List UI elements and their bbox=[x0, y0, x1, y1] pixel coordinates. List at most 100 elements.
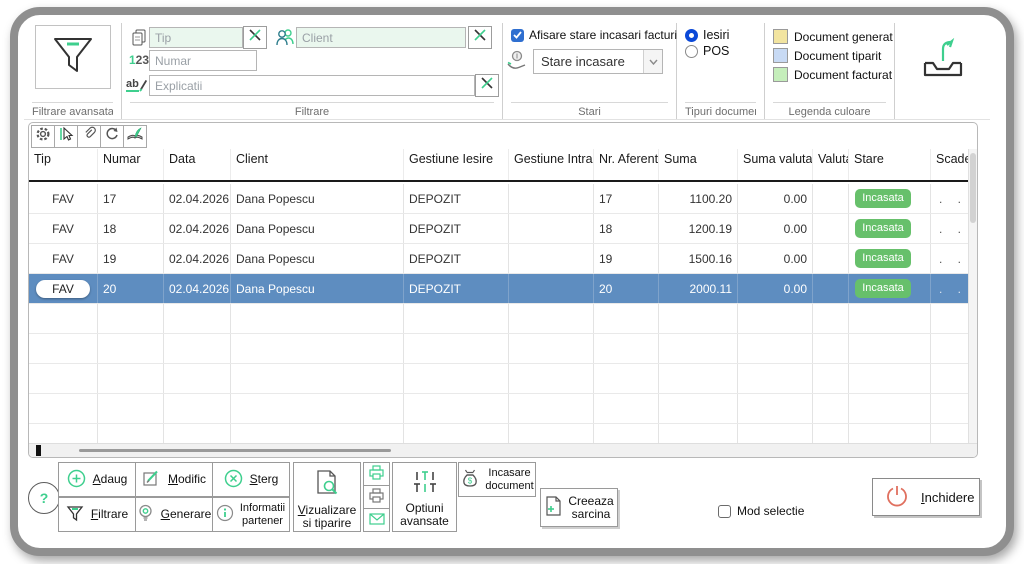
x-circle-icon bbox=[224, 469, 243, 491]
incasare-document-button[interactable]: $ Incasare document bbox=[458, 462, 536, 497]
col-suma-valuta: Suma valuta bbox=[738, 149, 813, 180]
filtrare-button[interactable]: Filtrare bbox=[58, 497, 136, 532]
button-label: Filtrare bbox=[90, 507, 129, 521]
svg-text:$: $ bbox=[467, 477, 472, 486]
explicatii-input[interactable] bbox=[149, 75, 475, 96]
generare-button[interactable]: Generare bbox=[135, 497, 213, 532]
col-suma: Suma bbox=[659, 149, 738, 180]
col-numar: Numar bbox=[98, 149, 164, 180]
horizontal-scrollbar[interactable] bbox=[29, 443, 977, 457]
power-icon bbox=[885, 484, 909, 511]
printer-copy-icon bbox=[368, 488, 385, 506]
table-header[interactable]: Tip Numar Data Client Gestiune Iesire Ge… bbox=[29, 149, 969, 182]
button-label: Modific bbox=[167, 472, 206, 486]
clear-x-icon bbox=[473, 28, 487, 47]
legend-item-facturat: Document facturat bbox=[773, 67, 892, 82]
legend-item-generat: Document generat bbox=[773, 29, 893, 44]
envelope-icon bbox=[368, 512, 385, 528]
optiuni-avansate-button[interactable]: Optiuni avansate bbox=[392, 462, 457, 532]
vertical-scrollbar[interactable] bbox=[968, 149, 977, 444]
documents-table-panel: Tip Numar Data Client Gestiune Iesire Ge… bbox=[28, 122, 978, 458]
vertical-scrollbar-thumb[interactable] bbox=[970, 153, 976, 223]
numar-input[interactable] bbox=[149, 50, 257, 71]
button-label: Sterg bbox=[249, 472, 279, 486]
table-row-selected[interactable]: FAV 20 02.04.2026 Dana Popescu DEPOZIT 2… bbox=[29, 274, 969, 304]
print-button[interactable] bbox=[363, 462, 390, 486]
empty-row bbox=[29, 364, 969, 394]
export-inbox-button[interactable] bbox=[917, 37, 969, 90]
button-label: Creeaza sarcina bbox=[568, 493, 614, 521]
hand-coin-icon bbox=[506, 50, 528, 70]
informatii-partener-button[interactable]: Informatii partener bbox=[212, 497, 290, 532]
select-cursor-button[interactable] bbox=[54, 125, 78, 148]
help-button[interactable]: ? bbox=[28, 482, 60, 514]
radio-iesiri[interactable]: Iesiri bbox=[685, 28, 729, 42]
checkbox-unchecked-icon[interactable] bbox=[718, 504, 731, 518]
button-label: Optiuni avansate bbox=[400, 501, 449, 528]
print-copy-button[interactable] bbox=[363, 485, 390, 509]
inchidere-button[interactable]: Inchidere bbox=[872, 478, 980, 516]
client-input[interactable] bbox=[296, 27, 466, 48]
printer-icon bbox=[368, 465, 385, 483]
radio-unselected-icon bbox=[685, 44, 698, 58]
table-row[interactable]: FAV 18 02.04.2026 Dana Popescu DEPOZIT 1… bbox=[29, 214, 969, 244]
numar-123-icon: 123 bbox=[128, 53, 150, 67]
empty-row bbox=[29, 304, 969, 334]
book-quill-icon bbox=[126, 126, 144, 147]
section-legenda: Document generat Document tiparit Docume… bbox=[765, 23, 895, 119]
mod-selectie-checkbox-row[interactable]: Mod selectie bbox=[718, 504, 804, 518]
clear-client-button[interactable] bbox=[468, 26, 492, 49]
active-cell[interactable]: FAV bbox=[36, 279, 90, 298]
filter-funnel-icon bbox=[66, 505, 84, 525]
sliders-icon bbox=[412, 469, 438, 498]
col-nr-aferent: Nr. Aferent bbox=[594, 149, 659, 180]
table-row[interactable]: FAV 17 02.04.2026 Dana Popescu DEPOZIT 1… bbox=[29, 184, 969, 214]
explicatii-ab-icon: ab bbox=[126, 75, 148, 95]
money-bag-icon: $ bbox=[460, 468, 480, 491]
creeaza-sarcina-button[interactable]: Creeaza sarcina bbox=[540, 488, 618, 527]
checkbox-checked-icon[interactable] bbox=[511, 28, 524, 42]
advanced-filter-button[interactable] bbox=[35, 25, 111, 89]
section-label: Filtrare bbox=[130, 102, 494, 118]
empty-row bbox=[29, 334, 969, 364]
status-badge: Incasata bbox=[855, 219, 911, 238]
email-button[interactable] bbox=[363, 508, 390, 532]
legend-green-swatch bbox=[773, 67, 788, 82]
sterg-button[interactable]: Sterg bbox=[212, 462, 290, 497]
modific-button[interactable]: Modific bbox=[135, 462, 213, 497]
clear-x-icon bbox=[248, 28, 262, 47]
col-data: Data bbox=[164, 149, 231, 180]
section-filtrare-avansata: Filtrare avansata bbox=[24, 23, 122, 119]
legend-label: Document generat bbox=[794, 29, 893, 44]
lightbulb-icon bbox=[137, 504, 154, 526]
section-label: Legenda culoare bbox=[773, 102, 886, 118]
button-label: Inchidere bbox=[921, 489, 975, 505]
horizontal-scrollbar-thumb[interactable] bbox=[79, 449, 391, 452]
table-row[interactable]: FAV 19 02.04.2026 Dana Popescu DEPOZIT 1… bbox=[29, 244, 969, 274]
status-badge: Incasata bbox=[855, 189, 911, 208]
settings-button[interactable] bbox=[31, 125, 55, 148]
clear-explicatii-button[interactable] bbox=[475, 74, 499, 97]
journal-button[interactable] bbox=[123, 125, 147, 148]
adaug-button[interactable]: Adaug bbox=[58, 462, 136, 497]
col-tip: Tip bbox=[29, 149, 98, 180]
status-badge: Incasata bbox=[855, 249, 911, 268]
table-toolbar bbox=[31, 125, 147, 148]
section-label: Tipuri documente bbox=[685, 102, 756, 118]
button-label: Vizualizare si tiparire bbox=[297, 503, 357, 530]
tip-input[interactable] bbox=[149, 27, 243, 48]
attachments-button[interactable] bbox=[77, 125, 101, 148]
stare-incasare-select[interactable]: Stare incasare bbox=[533, 49, 663, 74]
radio-pos[interactable]: POS bbox=[685, 44, 729, 58]
cursor-icon bbox=[58, 126, 74, 147]
checkbox-label: Mod selectie bbox=[737, 504, 805, 518]
vizualizare-tiparire-button[interactable]: Vizualizare si tiparire bbox=[293, 462, 361, 532]
refresh-button[interactable] bbox=[100, 125, 124, 148]
section-label: Stari bbox=[511, 102, 668, 118]
section-stari: Afisare stare incasari facturi Stare inc… bbox=[503, 23, 677, 119]
document-preview-icon bbox=[314, 469, 340, 500]
clear-tip-button[interactable] bbox=[243, 26, 267, 49]
afisare-stare-checkbox-row[interactable]: Afisare stare incasari facturi bbox=[511, 28, 677, 42]
help-label: ? bbox=[39, 490, 49, 506]
empty-row bbox=[29, 424, 969, 445]
